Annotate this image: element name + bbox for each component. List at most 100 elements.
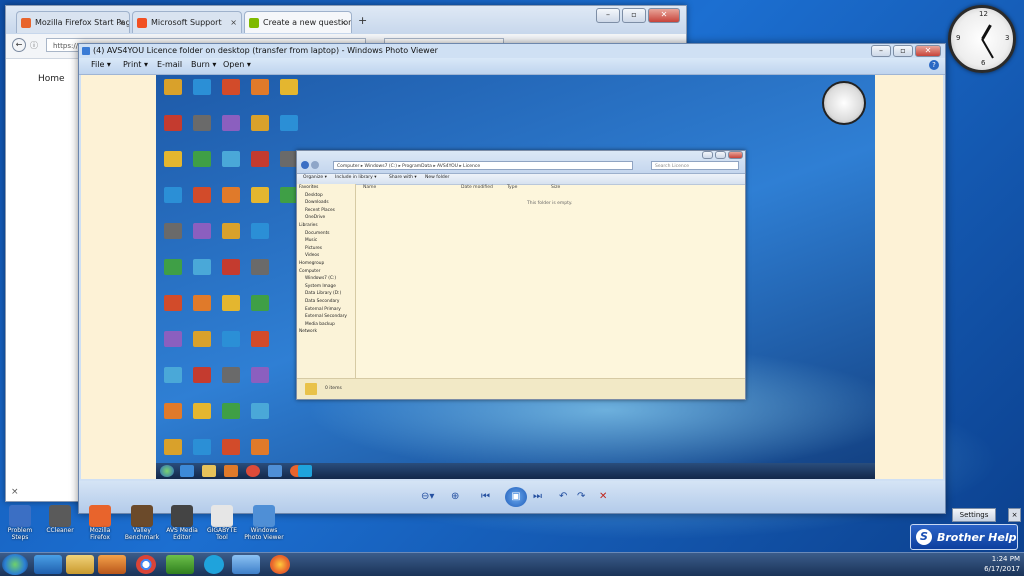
nav-link-home[interactable]: Home <box>38 74 65 84</box>
nav-pane-item: Libraries <box>299 222 318 228</box>
explorer-toolbar: Organize ▾ Include in library ▾ Share wi… <box>297 174 745 185</box>
photo-viewer-window[interactable]: (4) AVS4YOU Licence folder on desktop (t… <box>78 43 946 514</box>
delete-icon[interactable]: ✕ <box>599 491 607 502</box>
shortcut-icon <box>9 505 31 527</box>
desktop-shortcut-icon <box>247 439 273 465</box>
previous-icon[interactable]: ⏮ <box>481 491 490 502</box>
actual-size-icon[interactable]: ⊕ <box>451 491 459 502</box>
desktop-shortcut-icon <box>218 187 244 213</box>
nav-pane-item: Data Secondary <box>305 298 340 304</box>
rotate-left-icon[interactable]: ↶ <box>559 491 567 502</box>
menu-open[interactable]: Open ▾ <box>223 60 251 69</box>
close-button[interactable]: ✕ <box>915 45 941 57</box>
settings-button[interactable]: Settings <box>952 508 996 522</box>
info-icon[interactable]: ⓘ <box>30 40 38 51</box>
system-tray[interactable]: 1:24 PM 6/17/2017 <box>984 554 1020 574</box>
clock-time: 1:24 PM <box>991 555 1020 563</box>
desktop-shortcut-icon <box>160 439 186 465</box>
desktop-shortcut-icon <box>160 331 186 357</box>
desktop-shortcut[interactable]: Windows Photo Viewer <box>244 505 284 541</box>
desktop-shortcut[interactable]: Problem Steps <box>0 505 40 541</box>
start-button[interactable] <box>2 554 28 575</box>
desktop-shortcut-icon <box>160 115 186 141</box>
tab-close-icon[interactable]: × <box>340 12 347 33</box>
close-button[interactable]: ✕ <box>648 8 680 23</box>
zoom-icon[interactable]: ⊖▾ <box>421 491 434 502</box>
slideshow-button[interactable]: ▣ <box>505 487 527 507</box>
explorer-icon <box>202 465 216 477</box>
explorer-icon[interactable] <box>66 555 94 574</box>
desktop-shortcut[interactable]: AVS Media Editor <box>162 505 202 541</box>
rotate-right-icon[interactable]: ↷ <box>577 491 585 502</box>
menu-print[interactable]: Print ▾ <box>123 60 148 69</box>
brother-help-button[interactable]: S Brother Help <box>910 524 1018 550</box>
menu-email[interactable]: E-mail <box>157 60 182 69</box>
media-player-icon[interactable] <box>98 555 126 574</box>
new-tab-button[interactable]: + <box>358 14 367 27</box>
desktop-shortcut[interactable]: Mozilla Firefox <box>80 505 120 541</box>
nav-pane-item: External Primary <box>305 306 341 312</box>
desktop-shortcut-icon <box>247 331 273 357</box>
close-icon[interactable]: × <box>11 487 19 497</box>
menu-burn[interactable]: Burn ▾ <box>191 60 216 69</box>
microsoft-icon <box>249 18 259 28</box>
close-icon[interactable]: × <box>1008 508 1021 522</box>
desktop-shortcut-icon <box>218 259 244 285</box>
minimize-button[interactable]: – <box>871 45 891 57</box>
media-center-icon[interactable] <box>166 555 194 574</box>
desktop-shortcut[interactable]: CCleaner <box>40 505 80 534</box>
media-icon <box>224 465 238 477</box>
nav-pane-item: Network <box>299 329 317 335</box>
toolbar-share-with: Share with ▾ <box>389 175 417 180</box>
nav-pane-item: External Secondary <box>305 314 347 320</box>
clock-gadget[interactable]: 12 3 6 9 <box>948 5 1016 73</box>
firefox-window-buttons: – ▫ ✕ <box>596 8 680 23</box>
desktop-shortcut-icon <box>218 403 244 429</box>
ie-icon[interactable] <box>34 555 62 574</box>
app-icon <box>268 465 282 477</box>
desktop-shortcut-icon <box>189 223 215 249</box>
menu-file[interactable]: File ▾ <box>91 60 111 69</box>
shortcut-label: AVS Media Editor <box>166 527 198 541</box>
firefox-icon <box>21 18 31 28</box>
toolbar-new-folder: New folder <box>425 175 450 180</box>
desktop-shortcut[interactable]: Valley Benchmark <box>122 505 162 541</box>
desktop-shortcut-icon <box>247 403 273 429</box>
desktop-shortcut-icon <box>189 295 215 321</box>
toolbar-organize: Organize ▾ <box>303 175 327 180</box>
desktop-shortcut[interactable]: GIGABYTE Tool <box>202 505 242 541</box>
nav-pane-item: Desktop <box>305 192 323 198</box>
desktop-shortcut-icon <box>218 295 244 321</box>
tab-microsoft-support[interactable]: Microsoft Support × <box>132 11 242 33</box>
maximize-button[interactable]: ▫ <box>622 8 646 23</box>
viewer-window-buttons: – ▫ ✕ <box>871 45 941 57</box>
desktop-shortcut-icon <box>247 187 273 213</box>
skype-icon[interactable] <box>204 555 224 574</box>
tab-close-icon[interactable]: × <box>118 12 125 33</box>
shortcut-icon <box>49 505 71 527</box>
folder-icon <box>305 383 317 395</box>
address-bar: Computer ▸ Windows7 (C:) ▸ ProgramData ▸… <box>333 161 633 170</box>
minimize-button[interactable]: – <box>596 8 620 23</box>
tab-close-icon[interactable]: × <box>230 12 237 33</box>
chrome-icon <box>246 465 260 477</box>
help-icon[interactable]: ? <box>929 60 939 70</box>
next-icon[interactable]: ⏭ <box>533 491 542 502</box>
shortcut-label: GIGABYTE Tool <box>206 527 238 541</box>
nav-pane-item: Documents <box>305 230 330 236</box>
photo-viewer-taskbar-icon[interactable] <box>232 555 260 574</box>
chrome-icon[interactable] <box>136 555 156 574</box>
taskbar: 1:24 PM 6/17/2017 <box>0 552 1024 576</box>
tab-firefox-start[interactable]: Mozilla Firefox Start Page × <box>16 11 130 33</box>
desktop-shortcut-icon <box>247 115 273 141</box>
maximize-button[interactable]: ▫ <box>893 45 913 57</box>
forward-icon <box>311 161 319 169</box>
nav-pane-item: Videos <box>305 253 320 259</box>
desktop-shortcut-icon <box>189 331 215 357</box>
back-icon[interactable]: ← <box>12 38 26 52</box>
desktop-shortcut-icon <box>189 403 215 429</box>
desktop-shortcut-icon <box>160 223 186 249</box>
firefox-taskbar-icon[interactable] <box>270 555 290 574</box>
tab-create-question[interactable]: Create a new question or... × <box>244 11 352 33</box>
nav-pane-item: Homegroup <box>299 260 325 266</box>
